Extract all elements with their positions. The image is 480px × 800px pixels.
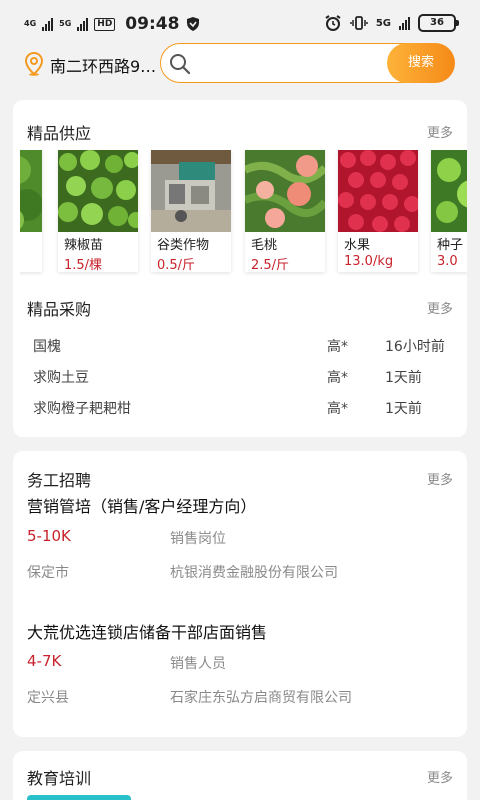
search-bar[interactable]: 搜索: [160, 42, 455, 83]
network-type-label-2: 5G: [59, 19, 72, 28]
purchase-row[interactable]: 求购土豆 高* 1天前: [33, 367, 453, 391]
job-company: 石家庄东弘方启商贸有限公司: [170, 690, 352, 706]
product-card-partial[interactable]: [20, 150, 42, 272]
jobs-more-link[interactable]: 更多: [427, 469, 453, 488]
purchase-item-level: 高*: [327, 370, 348, 386]
product-price: 13.0/kg: [344, 254, 394, 269]
supply-product-strip[interactable]: 辣椒苗 1.5/棵 谷类作物 0.5/斤 毛桃 2.5/斤 水果 13.0/kg…: [20, 150, 467, 276]
product-name: 辣椒苗: [64, 238, 104, 253]
education-section-title: 教育培训: [27, 769, 92, 788]
location-pin-icon[interactable]: [24, 52, 44, 76]
purchase-item-time: 1天前: [385, 370, 422, 386]
network-type-label: 4G: [24, 19, 37, 28]
job-company: 杭银消费金融股份有限公司: [170, 565, 338, 581]
purchase-item-name: 求购土豆: [33, 370, 89, 386]
purchase-row[interactable]: 国槐 高* 16小时前: [33, 336, 453, 360]
network-type-label-3: 5G: [375, 17, 391, 29]
purchase-item-time: 1天前: [385, 401, 422, 417]
peach-photo: [245, 150, 325, 232]
status-bar: 4G 5G HD 09:48 5G 36: [0, 0, 480, 48]
alarm-clock-icon: [325, 15, 341, 31]
job-location: 保定市: [27, 565, 69, 581]
product-name: 谷类作物: [157, 238, 210, 253]
supply-purchase-card: 精品供应 更多 辣椒苗 1.5/棵 谷类作物 0.5/斤 毛桃 2.5/斤 水果…: [13, 100, 467, 437]
product-name: 水果: [344, 238, 371, 253]
battery-icon: 36: [418, 14, 459, 32]
education-category-tab[interactable]: [27, 795, 131, 800]
job-title[interactable]: 营销管培（销售/客户经理方向）: [27, 493, 256, 517]
status-right: 5G 36: [324, 14, 459, 32]
signal-icon-3: [399, 16, 410, 30]
product-name: 毛桃: [251, 238, 278, 253]
job-title[interactable]: 大荒优选连锁店储备干部店面销售: [27, 619, 267, 643]
top-search-header: 南二环西路9… 搜索: [0, 42, 480, 86]
product-price: 2.5/斤: [251, 258, 290, 273]
vpn-shield-icon: [187, 17, 200, 31]
search-input[interactable]: [195, 50, 385, 76]
purchase-section-title: 精品采购: [27, 300, 92, 319]
vibrate-icon: [350, 16, 368, 30]
supply-more-link[interactable]: 更多: [427, 122, 453, 141]
product-card-2[interactable]: 谷类作物 0.5/斤: [151, 150, 231, 273]
product-card-4[interactable]: 水果 13.0/kg: [338, 150, 418, 272]
grain-machine-photo: [151, 150, 231, 232]
seedlings-photo: [20, 150, 42, 232]
green-fruit-photo: [431, 150, 467, 232]
product-name: 种子: [437, 238, 464, 253]
product-card-5[interactable]: 种子 3.0: [431, 150, 467, 272]
status-left: 4G 5G HD 09:48: [24, 14, 201, 34]
product-card-3[interactable]: 毛桃 2.5/斤: [245, 150, 325, 273]
purchase-item-name: 国槐: [33, 339, 61, 355]
pepper-seedlings-photo: [58, 150, 138, 232]
purchase-item-level: 高*: [327, 401, 348, 417]
product-price: 3.0: [437, 254, 458, 269]
purchase-more-link[interactable]: 更多: [427, 298, 453, 317]
education-card: 教育培训 更多: [13, 751, 467, 800]
location-label[interactable]: 南二环西路9…: [50, 53, 158, 77]
purchase-item-time: 16小时前: [385, 339, 445, 355]
job-position: 销售岗位: [170, 531, 226, 547]
product-price: 0.5/斤: [157, 258, 196, 273]
job-salary: 4-7K: [27, 652, 62, 670]
purchase-item-name: 求购橙子耙耙柑: [33, 401, 131, 417]
status-time: 09:48: [125, 14, 180, 34]
supply-section-title: 精品供应: [27, 124, 92, 143]
search-icon: [170, 54, 191, 75]
purchase-row[interactable]: 求购橙子耙耙柑 高* 1天前: [33, 398, 453, 422]
education-more-link[interactable]: 更多: [427, 767, 453, 786]
hd-voice-badge: HD: [94, 17, 116, 31]
jobs-card: 务工招聘 更多 营销管培（销售/客户经理方向） 5-10K 销售岗位 保定市 杭…: [13, 451, 467, 737]
purchase-item-level: 高*: [327, 339, 348, 355]
signal-icon-2: [77, 17, 89, 31]
product-price: 1.5/棵: [64, 258, 103, 273]
jobs-section-title: 务工招聘: [27, 471, 92, 490]
product-card-1[interactable]: 辣椒苗 1.5/棵: [58, 150, 138, 273]
job-salary: 5-10K: [27, 527, 71, 545]
job-position: 销售人员: [170, 656, 226, 672]
raspberry-photo: [338, 150, 418, 232]
search-button[interactable]: 搜索: [387, 42, 455, 83]
job-location: 定兴县: [27, 690, 69, 706]
signal-icon: [42, 17, 54, 31]
